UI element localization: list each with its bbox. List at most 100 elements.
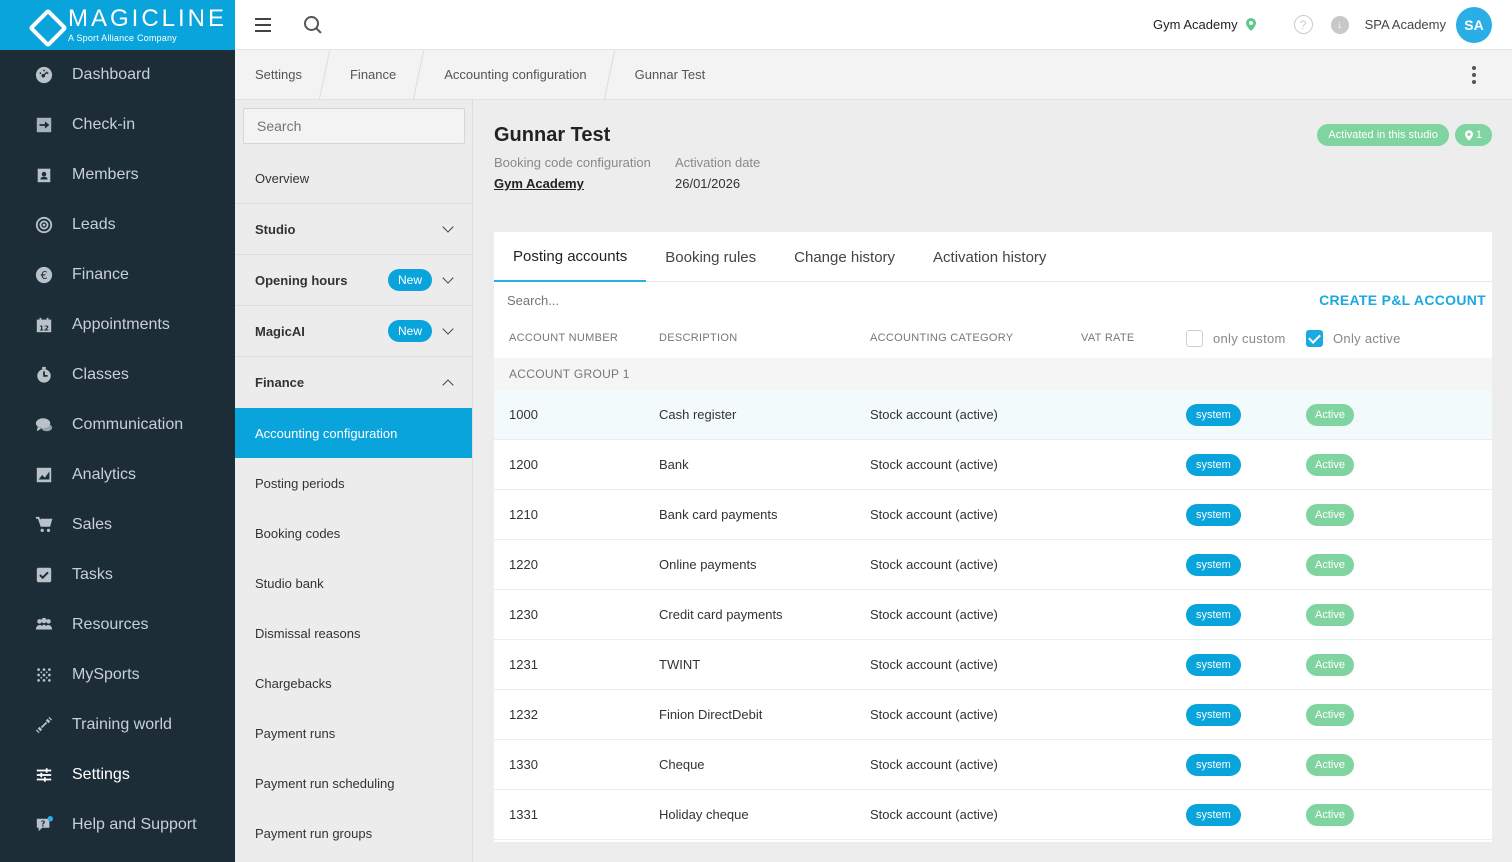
- table-row[interactable]: 1210 Bank card payments Stock account (act…: [494, 490, 1492, 540]
- only-custom-filter[interactable]: only custom: [1186, 329, 1286, 347]
- nav-item-classes[interactable]: Classes: [0, 350, 235, 400]
- nav-label: Settings: [72, 766, 130, 783]
- subnav-item-dismissal-reasons[interactable]: Dismissal reasons: [235, 608, 472, 658]
- accounting-category: Stock account (active): [870, 457, 998, 472]
- table-row[interactable]: 1231 TWINT Stock account (active) system Act…: [494, 640, 1492, 690]
- cart-icon: [34, 515, 54, 535]
- table-row[interactable]: 1331 Holiday cheque Stock account (active)…: [494, 790, 1492, 840]
- tab-activation-history[interactable]: Activation history: [914, 232, 1065, 282]
- nav-item-mysports[interactable]: MySports: [0, 650, 235, 700]
- nav-item-resources[interactable]: Resources: [0, 600, 235, 650]
- nav-item-tasks[interactable]: Tasks: [0, 550, 235, 600]
- breadcrumb-finance[interactable]: Finance: [330, 50, 416, 100]
- subnav-item-posting-periods[interactable]: Posting periods: [235, 458, 472, 508]
- subnav-item-chargebacks[interactable]: Chargebacks: [235, 658, 472, 708]
- subnav-item-booking-codes[interactable]: Booking codes: [235, 508, 472, 558]
- table-row[interactable]: 1230 Credit card payments Stock account (a…: [494, 590, 1492, 640]
- only-active-checkbox[interactable]: [1306, 329, 1323, 347]
- only-custom-checkbox[interactable]: [1186, 329, 1203, 347]
- nav-item-finance[interactable]: € Finance: [0, 250, 235, 300]
- create-pl-account-button[interactable]: CREATE P&L ACCOUNT: [1319, 292, 1486, 308]
- table-row[interactable]: 1330 Cheque Stock account (active) system Ac…: [494, 740, 1492, 790]
- avatar[interactable]: SA: [1456, 6, 1492, 43]
- stopwatch-icon: [34, 365, 54, 385]
- table-row[interactable]: 1220 Online payments Stock account (active…: [494, 540, 1492, 590]
- chevron-down-icon: [442, 323, 454, 335]
- accounting-category: Stock account (active): [870, 557, 998, 572]
- subnav-item-magicai[interactable]: MagicAI New: [235, 306, 472, 357]
- nav-item-members[interactable]: Members: [0, 150, 235, 200]
- tab-booking-rules[interactable]: Booking rules: [646, 232, 775, 282]
- help-icon[interactable]: ?: [1293, 15, 1313, 34]
- active-status-badge: Active: [1306, 753, 1354, 776]
- account-group-header: ACCOUNT GROUP 1: [494, 358, 1492, 390]
- system-badge: system: [1186, 453, 1241, 476]
- dots-grid-icon: [34, 665, 54, 685]
- location-count-badge[interactable]: 1: [1454, 124, 1492, 146]
- subnav-item-finance[interactable]: Finance: [235, 357, 472, 408]
- tab-change-history[interactable]: Change history: [775, 232, 914, 282]
- nav-item-leads[interactable]: Leads: [0, 200, 235, 250]
- breadcrumb-settings[interactable]: Settings: [235, 50, 322, 100]
- download-icon[interactable]: ↓: [1330, 15, 1349, 34]
- members-icon: [34, 165, 54, 185]
- brand-tagline: A Sport Alliance Company: [68, 33, 177, 43]
- table-row[interactable]: 1232 Finion DirectDebit Stock account (act…: [494, 690, 1492, 740]
- subnav-item-studio-bank[interactable]: Studio bank: [235, 558, 472, 608]
- system-badge: system: [1186, 503, 1241, 526]
- subnav-item-overview[interactable]: Overview: [235, 153, 472, 204]
- more-options-icon[interactable]: [1472, 65, 1476, 84]
- magicline-logo[interactable]: MAGICLINE A Sport Alliance Company: [0, 0, 235, 50]
- studio-selector[interactable]: Gym Academy: [1153, 17, 1256, 32]
- nav-item-help-and-support[interactable]: ? Help and Support: [0, 800, 235, 850]
- table-search-input[interactable]: [507, 292, 807, 308]
- tab-bar: Posting accounts Booking rules Change hi…: [494, 232, 1492, 282]
- nav-item-sales[interactable]: Sales: [0, 500, 235, 550]
- dumbbell-icon: [34, 715, 54, 735]
- breadcrumb-accounting-configuration[interactable]: Accounting configuration: [424, 50, 606, 100]
- check-in-icon: [34, 115, 54, 135]
- nav-item-analytics[interactable]: Analytics: [0, 450, 235, 500]
- subnav-item-accounting-configuration[interactable]: Accounting configuration: [235, 408, 472, 458]
- subnav-item-payment-runs[interactable]: Payment runs: [235, 708, 472, 758]
- account-name[interactable]: SPA Academy: [1365, 17, 1446, 32]
- tab-posting-accounts[interactable]: Posting accounts: [494, 232, 647, 282]
- accounting-category: Stock account (active): [870, 807, 998, 822]
- search-icon[interactable]: [303, 15, 323, 35]
- system-badge: system: [1186, 703, 1241, 726]
- table-row[interactable]: 1200 Bank Stock account (active) system Acti…: [494, 440, 1492, 490]
- only-active-filter[interactable]: Only active: [1306, 329, 1401, 347]
- nav-list: Dashboard Check-in Members Leads € Finan…: [0, 50, 235, 850]
- nav-item-check-in[interactable]: Check-in: [0, 100, 235, 150]
- nav-label: Members: [72, 166, 139, 183]
- account-description: Finion DirectDebit: [659, 707, 763, 722]
- page-title: Gunnar Test: [494, 124, 611, 146]
- nav-label: Communication: [72, 416, 184, 433]
- account-number: 1330: [509, 757, 538, 772]
- booking-code-link[interactable]: Gym Academy: [494, 176, 651, 191]
- active-status-badge: Active: [1306, 503, 1354, 526]
- account-number: 1331: [509, 807, 538, 822]
- subnav-item-opening-hours[interactable]: Opening hours New: [235, 255, 472, 306]
- active-status-badge: Active: [1306, 653, 1354, 676]
- subnav-item-studio[interactable]: Studio: [235, 204, 472, 255]
- chart-icon: [34, 465, 54, 485]
- nav-item-appointments[interactable]: 12 Appointments: [0, 300, 235, 350]
- nav-label: Tasks: [72, 566, 113, 583]
- account-number: 1231: [509, 657, 538, 672]
- account-description: Credit card payments: [659, 607, 783, 622]
- table-row[interactable]: 1000 Cash register Stock account (active) s…: [494, 390, 1492, 440]
- subnav-item-payment-run-groups[interactable]: Payment run groups: [235, 808, 472, 858]
- nav-item-training-world[interactable]: Training world: [0, 700, 235, 750]
- account-number: 1230: [509, 607, 538, 622]
- nav-item-dashboard[interactable]: Dashboard: [0, 50, 235, 100]
- nav-item-settings[interactable]: Settings: [0, 750, 235, 800]
- active-status-badge: Active: [1306, 403, 1354, 426]
- dashboard-icon: [34, 65, 54, 85]
- menu-icon[interactable]: [255, 17, 271, 32]
- leads-icon: [34, 215, 54, 235]
- nav-item-communication[interactable]: Communication: [0, 400, 235, 450]
- subnav-item-payment-run-scheduling[interactable]: Payment run scheduling: [235, 758, 472, 808]
- subnav-search-input[interactable]: [243, 108, 465, 144]
- active-status-badge: Active: [1306, 553, 1354, 576]
